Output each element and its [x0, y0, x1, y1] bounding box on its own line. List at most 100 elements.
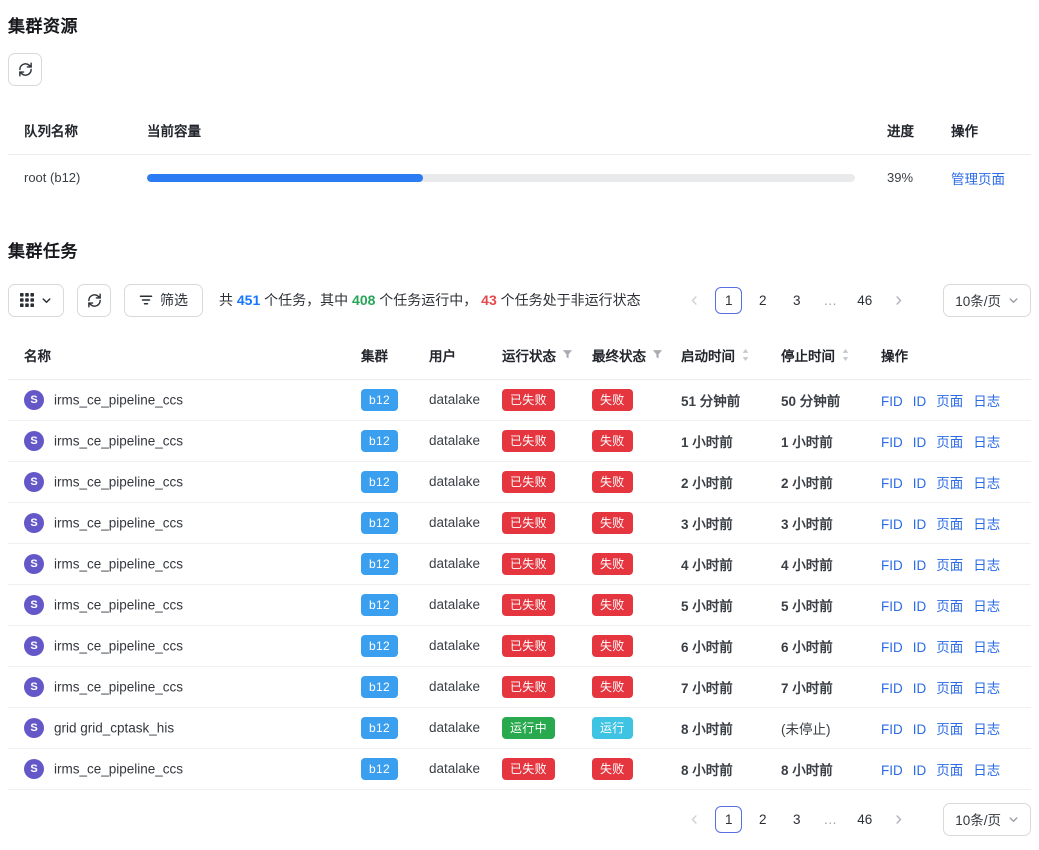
tasks-table: 名称 集群 用户 运行状态 最终状态 启动时间 停止时间 操作 Sirms_ce…	[8, 331, 1031, 790]
page-3-button[interactable]: 3	[783, 287, 810, 314]
run-status-badge: 已失败	[502, 471, 555, 493]
page-2-button[interactable]: 2	[749, 806, 776, 833]
action-log-link[interactable]: 日志	[973, 763, 1000, 778]
action-page-link[interactable]: 页面	[936, 722, 963, 737]
action-page-link[interactable]: 页面	[936, 640, 963, 655]
page-size-value: 10条/页	[955, 809, 1001, 829]
task-user: datalake	[413, 379, 486, 420]
cluster-badge: b12	[361, 430, 398, 452]
action-log-link[interactable]: 日志	[973, 722, 1000, 737]
chevron-right-icon	[893, 814, 904, 825]
action-fid-link[interactable]: FID	[881, 722, 903, 737]
action-fid-link[interactable]: FID	[881, 763, 903, 778]
task-actions: FID ID 页面日志	[865, 543, 1031, 584]
task-user: datalake	[413, 543, 486, 584]
sort-icon	[741, 348, 750, 362]
tasks-refresh-button[interactable]	[77, 284, 111, 317]
manage-page-link[interactable]: 管理页面	[951, 172, 1005, 187]
page-46-button[interactable]: 46	[851, 806, 878, 833]
task-row: Sirms_ce_pipeline_ccsb12datalake已失败失败5 小…	[8, 584, 1031, 625]
final-status-badge: 失败	[592, 389, 633, 411]
action-log-link[interactable]: 日志	[973, 435, 1000, 450]
action-fid-link[interactable]: FID	[881, 517, 903, 532]
task-actions: FID ID 页面日志	[865, 420, 1031, 461]
action-page-link[interactable]: 页面	[936, 763, 963, 778]
action-log-link[interactable]: 日志	[973, 599, 1000, 614]
refresh-icon	[87, 293, 102, 308]
run-status-badge: 运行中	[502, 717, 555, 739]
grid-icon	[20, 293, 34, 307]
filter-funnel-icon[interactable]	[652, 349, 663, 360]
action-fid-link[interactable]: FID	[881, 435, 903, 450]
cluster-badge: b12	[361, 676, 398, 698]
summary-text: 个任务处于非运行状态	[497, 292, 641, 308]
page-1-button[interactable]: 1	[715, 806, 742, 833]
task-type-avatar: S	[24, 390, 44, 410]
action-id-link[interactable]: ID	[913, 558, 927, 573]
action-id-link[interactable]: ID	[913, 394, 927, 409]
chevron-down-icon	[1008, 814, 1019, 825]
action-page-link[interactable]: 页面	[936, 517, 963, 532]
col-stop-time[interactable]: 停止时间	[765, 331, 865, 380]
action-fid-link[interactable]: FID	[881, 681, 903, 696]
final-status-badge: 失败	[592, 635, 633, 657]
action-id-link[interactable]: ID	[913, 681, 927, 696]
action-log-link[interactable]: 日志	[973, 517, 1000, 532]
action-id-link[interactable]: ID	[913, 722, 927, 737]
action-page-link[interactable]: 页面	[936, 681, 963, 696]
action-log-link[interactable]: 日志	[973, 681, 1000, 696]
action-page-link[interactable]: 页面	[936, 394, 963, 409]
queue-name: root (b12)	[8, 155, 131, 201]
tasks-header-row: 名称 集群 用户 运行状态 最终状态 启动时间 停止时间 操作	[8, 331, 1031, 380]
task-user: datalake	[413, 502, 486, 543]
action-log-link[interactable]: 日志	[973, 640, 1000, 655]
layout-grid-button[interactable]	[8, 284, 64, 317]
col-final-status: 最终状态	[576, 331, 665, 380]
next-page-button[interactable]	[885, 287, 912, 314]
filter-button[interactable]: 筛选	[124, 284, 203, 317]
start-time: 7 小时前	[665, 666, 765, 707]
filter-funnel-icon[interactable]	[562, 349, 573, 360]
task-type-avatar: S	[24, 718, 44, 738]
stop-time: 8 小时前	[765, 748, 865, 789]
stop-time: 50 分钟前	[765, 379, 865, 420]
task-actions: FID ID 页面日志	[865, 707, 1031, 748]
action-fid-link[interactable]: FID	[881, 476, 903, 491]
run-status-badge: 已失败	[502, 635, 555, 657]
action-fid-link[interactable]: FID	[881, 558, 903, 573]
action-id-link[interactable]: ID	[913, 640, 927, 655]
action-log-link[interactable]: 日志	[973, 476, 1000, 491]
page-3-button[interactable]: 3	[783, 806, 810, 833]
action-id-link[interactable]: ID	[913, 517, 927, 532]
page-2-button[interactable]: 2	[749, 287, 776, 314]
action-page-link[interactable]: 页面	[936, 476, 963, 491]
action-page-link[interactable]: 页面	[936, 435, 963, 450]
pagination-ellipsis: …	[817, 806, 844, 833]
action-id-link[interactable]: ID	[913, 599, 927, 614]
page-46-button[interactable]: 46	[851, 287, 878, 314]
action-page-link[interactable]: 页面	[936, 599, 963, 614]
action-fid-link[interactable]: FID	[881, 394, 903, 409]
next-page-button[interactable]	[885, 806, 912, 833]
col-start-time[interactable]: 启动时间	[665, 331, 765, 380]
action-fid-link[interactable]: FID	[881, 599, 903, 614]
page-size-select[interactable]: 10条/页	[943, 803, 1031, 836]
action-id-link[interactable]: ID	[913, 476, 927, 491]
prev-page-button[interactable]	[681, 287, 708, 314]
task-row: Sirms_ce_pipeline_ccsb12datalake已失败失败7 小…	[8, 666, 1031, 707]
resources-refresh-button[interactable]	[8, 53, 42, 86]
action-page-link[interactable]: 页面	[936, 558, 963, 573]
page-size-select[interactable]: 10条/页	[943, 284, 1031, 317]
action-log-link[interactable]: 日志	[973, 394, 1000, 409]
page-1-button[interactable]: 1	[715, 287, 742, 314]
action-id-link[interactable]: ID	[913, 763, 927, 778]
action-log-link[interactable]: 日志	[973, 558, 1000, 573]
task-row: Sirms_ce_pipeline_ccsb12datalake已失败失败8 小…	[8, 748, 1031, 789]
action-id-link[interactable]: ID	[913, 435, 927, 450]
cluster-badge: b12	[361, 758, 398, 780]
task-type-avatar: S	[24, 595, 44, 615]
prev-page-button[interactable]	[681, 806, 708, 833]
page-size-value: 10条/页	[955, 290, 1001, 310]
action-fid-link[interactable]: FID	[881, 640, 903, 655]
start-time: 4 小时前	[665, 543, 765, 584]
